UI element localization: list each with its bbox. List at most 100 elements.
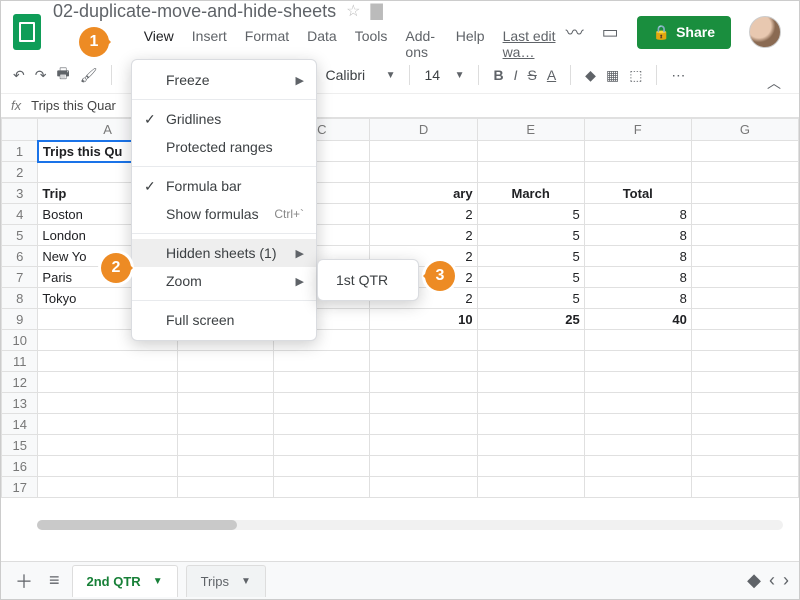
merge-icon[interactable]: ⬚ xyxy=(629,67,642,84)
cell[interactable]: Total xyxy=(584,183,691,204)
cell[interactable] xyxy=(38,435,177,456)
row-header[interactable]: 3 xyxy=(2,183,38,204)
cell[interactable]: ary xyxy=(370,183,477,204)
cell[interactable] xyxy=(584,162,691,183)
menu-item-formula-bar[interactable]: ✓ Formula bar xyxy=(132,172,316,200)
cell[interactable] xyxy=(177,435,273,456)
cell[interactable] xyxy=(584,414,691,435)
bold-button[interactable]: B xyxy=(493,67,503,83)
row-header[interactable]: 5 xyxy=(2,225,38,246)
explore-icon[interactable]: ◆ xyxy=(747,570,761,591)
add-sheet-button[interactable]: ＋ xyxy=(11,564,37,598)
cell[interactable]: March xyxy=(477,183,584,204)
chevron-left-icon[interactable]: ‹ xyxy=(769,570,775,591)
col-header[interactable]: G xyxy=(691,119,798,141)
share-button[interactable]: 🔒 Share xyxy=(637,16,731,49)
cell[interactable] xyxy=(691,435,798,456)
cell[interactable] xyxy=(691,246,798,267)
cell[interactable] xyxy=(691,141,798,162)
row-header[interactable]: 17 xyxy=(2,477,38,498)
menu-tools[interactable]: Tools xyxy=(347,24,396,64)
row-header[interactable]: 16 xyxy=(2,456,38,477)
borders-icon[interactable]: ▦ xyxy=(606,67,619,84)
cell[interactable] xyxy=(584,330,691,351)
chevron-right-icon[interactable]: › xyxy=(783,570,789,591)
cell[interactable] xyxy=(477,456,584,477)
formula-input[interactable]: Trips this Quar xyxy=(31,98,116,113)
cell[interactable] xyxy=(477,414,584,435)
cell[interactable] xyxy=(274,414,370,435)
spreadsheet-grid[interactable]: A B C D E F G 1Trips this Qu23TriparyMar… xyxy=(1,118,799,556)
redo-icon[interactable]: ↷ xyxy=(35,67,47,84)
cell[interactable] xyxy=(370,141,477,162)
strike-button[interactable]: S xyxy=(527,67,536,83)
menu-item-full-screen[interactable]: Full screen xyxy=(132,306,316,334)
cell[interactable]: 2 xyxy=(370,204,477,225)
cell[interactable] xyxy=(38,351,177,372)
cell[interactable] xyxy=(691,372,798,393)
cell[interactable] xyxy=(370,456,477,477)
cell[interactable]: 8 xyxy=(584,204,691,225)
row-header[interactable]: 12 xyxy=(2,372,38,393)
cell[interactable] xyxy=(691,330,798,351)
cell[interactable] xyxy=(177,414,273,435)
cell[interactable] xyxy=(38,393,177,414)
cell[interactable] xyxy=(370,372,477,393)
cell[interactable] xyxy=(370,351,477,372)
cell[interactable] xyxy=(274,456,370,477)
cell[interactable]: 5 xyxy=(477,246,584,267)
comments-icon[interactable]: ▭ xyxy=(602,22,619,43)
collapse-toolbar-icon[interactable]: ︿ xyxy=(767,73,781,93)
row-header[interactable]: 11 xyxy=(2,351,38,372)
all-sheets-button[interactable]: ≡ xyxy=(45,566,64,595)
row-header[interactable]: 15 xyxy=(2,435,38,456)
move-folder-icon[interactable]: ▇ xyxy=(371,1,383,21)
cell[interactable] xyxy=(177,351,273,372)
text-color-button[interactable]: A xyxy=(547,67,556,83)
cell[interactable] xyxy=(584,351,691,372)
menu-item-freeze[interactable]: Freeze ▶ xyxy=(132,66,316,94)
cell[interactable]: 8 xyxy=(584,267,691,288)
cell[interactable] xyxy=(691,204,798,225)
submenu-item-sheet[interactable]: 1st QTR xyxy=(318,266,418,294)
cell[interactable] xyxy=(38,372,177,393)
row-header[interactable]: 10 xyxy=(2,330,38,351)
cell[interactable] xyxy=(584,456,691,477)
cell[interactable] xyxy=(584,393,691,414)
cell[interactable] xyxy=(38,477,177,498)
menu-format[interactable]: Format xyxy=(237,24,297,64)
cell[interactable] xyxy=(477,435,584,456)
cell[interactable] xyxy=(477,393,584,414)
print-icon[interactable]: 🖶 xyxy=(56,63,69,87)
cell[interactable]: 8 xyxy=(584,288,691,309)
fill-color-icon[interactable]: ◆ xyxy=(585,67,596,84)
col-header[interactable]: F xyxy=(584,119,691,141)
row-header[interactable]: 2 xyxy=(2,162,38,183)
font-family-select[interactable]: Calibri▼ xyxy=(325,67,395,83)
cell[interactable] xyxy=(274,351,370,372)
cell[interactable] xyxy=(477,141,584,162)
doc-title[interactable]: 02-duplicate-move-and-hide-sheets xyxy=(53,1,336,22)
cell[interactable]: 5 xyxy=(477,267,584,288)
cell[interactable] xyxy=(38,414,177,435)
menu-item-show-formulas[interactable]: Show formulas Ctrl+` xyxy=(132,200,316,228)
cell[interactable] xyxy=(274,372,370,393)
font-size-select[interactable]: 14▼ xyxy=(424,67,464,83)
cell[interactable] xyxy=(691,456,798,477)
select-all-corner[interactable] xyxy=(2,119,38,141)
cell[interactable] xyxy=(584,477,691,498)
cell[interactable] xyxy=(477,351,584,372)
italic-button[interactable]: I xyxy=(514,67,518,83)
cell[interactable] xyxy=(691,225,798,246)
col-header[interactable]: E xyxy=(477,119,584,141)
cell[interactable] xyxy=(691,414,798,435)
cell[interactable] xyxy=(177,393,273,414)
row-header[interactable]: 8 xyxy=(2,288,38,309)
cell[interactable] xyxy=(477,372,584,393)
cell[interactable] xyxy=(177,477,273,498)
cell[interactable] xyxy=(370,435,477,456)
cell[interactable] xyxy=(274,477,370,498)
chevron-down-icon[interactable]: ▼ xyxy=(241,576,251,587)
sheet-tab-active[interactable]: 2nd QTR ▼ xyxy=(72,565,178,597)
row-header[interactable]: 7 xyxy=(2,267,38,288)
